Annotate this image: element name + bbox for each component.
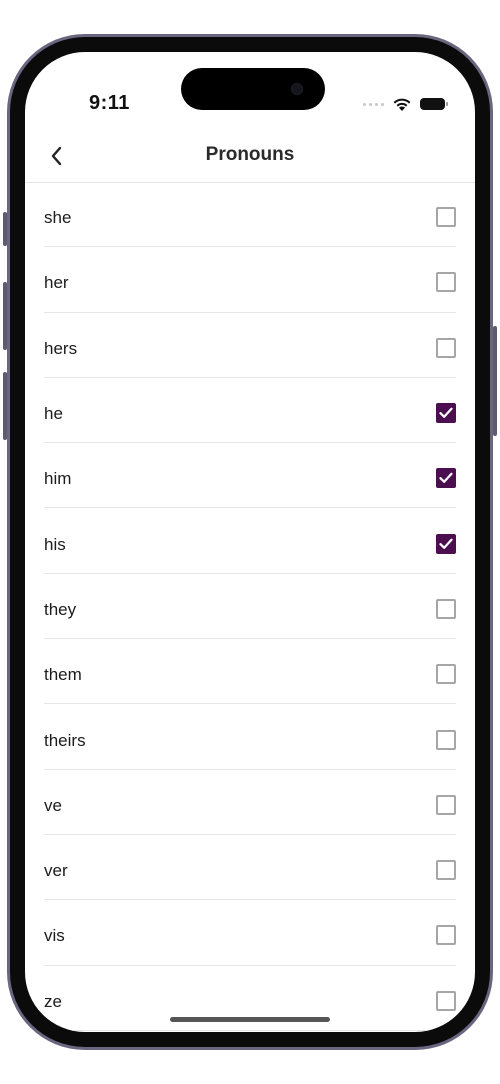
pronoun-row-his[interactable]: his (44, 508, 456, 574)
pronoun-label: she (44, 208, 72, 228)
pronoun-label: vis (44, 926, 65, 946)
pronoun-checkbox[interactable] (436, 468, 456, 489)
pronoun-checkbox[interactable] (436, 729, 456, 750)
signal-dots-icon (363, 102, 384, 106)
pronoun-row-ve[interactable]: ve (44, 770, 456, 835)
pronoun-label: them (44, 665, 82, 685)
pronoun-checkbox[interactable] (436, 403, 456, 424)
dynamic-island (181, 68, 325, 110)
status-time: 9:11 (89, 92, 130, 114)
pronoun-label: her (44, 273, 69, 293)
pronoun-checkbox[interactable] (436, 664, 456, 685)
checkmark-icon (439, 538, 453, 549)
battery-icon (420, 98, 448, 110)
pronoun-checkbox[interactable] (436, 533, 456, 554)
checkmark-icon (439, 473, 453, 484)
pronoun-label: him (44, 469, 72, 489)
pronoun-row-hers[interactable]: hers (44, 313, 456, 378)
pronoun-checkbox[interactable] (436, 860, 456, 881)
pronoun-row-him[interactable]: him (44, 443, 456, 509)
pronoun-label: ve (44, 795, 62, 815)
pronoun-checkbox[interactable] (436, 337, 456, 358)
pronoun-label: ver (44, 861, 68, 881)
pronoun-checkbox[interactable] (436, 272, 456, 293)
pronoun-label: theirs (44, 730, 86, 750)
pronoun-row-he[interactable]: he (44, 378, 456, 444)
camera-icon (291, 83, 303, 95)
pronoun-checkbox[interactable] (436, 794, 456, 815)
wifi-icon (393, 98, 411, 111)
pronoun-row-theirs[interactable]: theirs (44, 704, 456, 770)
pronoun-checkbox[interactable] (436, 598, 456, 619)
pronoun-row-her[interactable]: her (44, 247, 456, 313)
screen: 9:11 Pronouns she her hers he him his th… (25, 52, 475, 1032)
power-button (493, 326, 497, 436)
pronoun-label: ze (44, 991, 62, 1011)
pronoun-checkbox[interactable] (436, 207, 456, 228)
pronoun-row-they[interactable]: they (44, 574, 456, 640)
pronoun-checkbox[interactable] (436, 925, 456, 946)
device-stage: 9:11 Pronouns she her hers he him his th… (0, 0, 500, 1084)
pronoun-label: hers (44, 338, 78, 358)
phone-bezel: 9:11 Pronouns she her hers he him his th… (10, 37, 490, 1047)
home-indicator[interactable] (170, 1017, 330, 1022)
phone-frame: 9:11 Pronouns she her hers he him his th… (7, 34, 493, 1050)
pronoun-label: he (44, 404, 63, 424)
pronoun-label: his (44, 534, 66, 554)
pronoun-row-them[interactable]: them (44, 639, 456, 705)
pronoun-list: she her hers he him his they them theirs ve ver vis… (44, 182, 456, 1031)
pronoun-row-she[interactable]: she (44, 182, 456, 248)
pronoun-row-ver[interactable]: ver (44, 835, 456, 901)
status-icons (363, 94, 448, 114)
navigation-bar: Pronouns (25, 134, 475, 183)
pronoun-row-vis[interactable]: vis (44, 900, 456, 966)
pronoun-checkbox[interactable] (436, 990, 456, 1011)
page-title: Pronouns (205, 144, 295, 165)
checkmark-icon (439, 407, 453, 418)
pronoun-label: they (44, 599, 77, 619)
